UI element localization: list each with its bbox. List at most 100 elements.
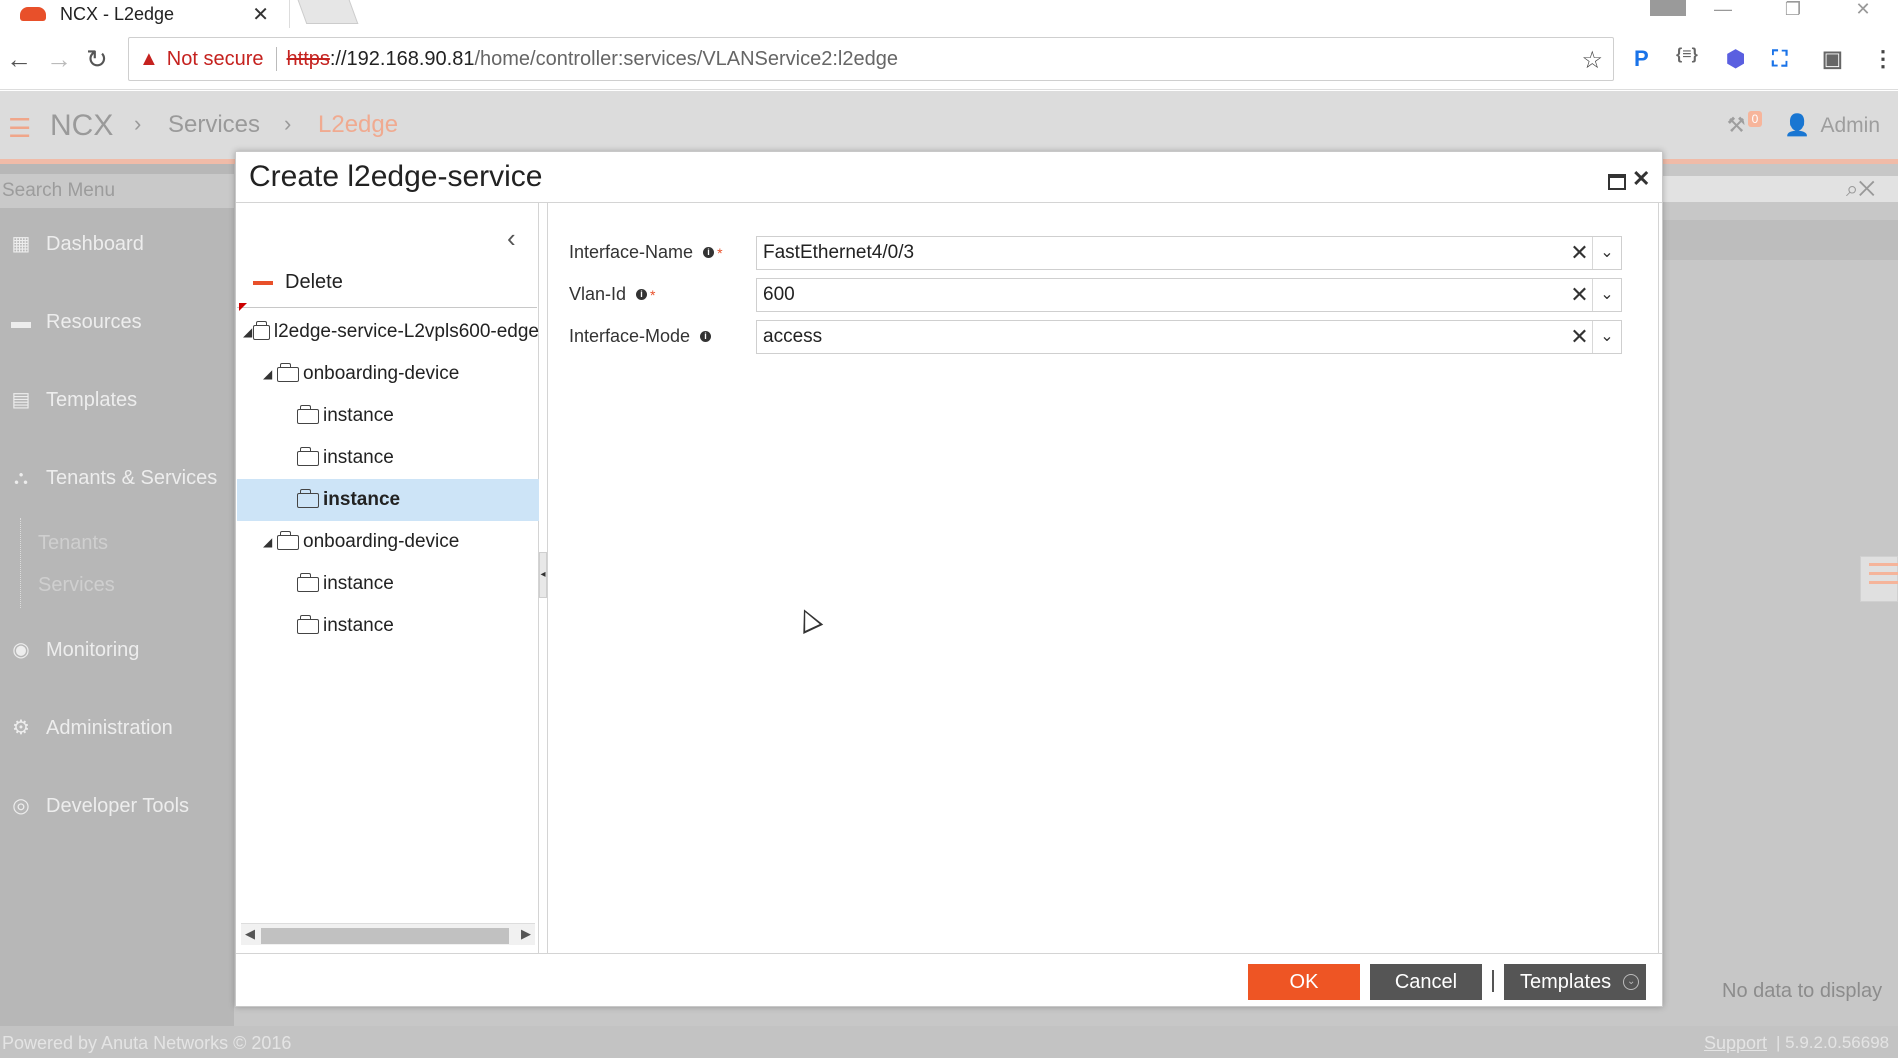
warning-icon: ▲ — [139, 47, 159, 70]
dialog-close-icon[interactable]: ✕ — [1632, 166, 1650, 192]
clear-icon[interactable]: ✕ — [1567, 237, 1593, 269]
scroll-right-icon[interactable]: ▶ — [521, 926, 531, 942]
user-menu[interactable]: Admin — [1820, 114, 1880, 138]
version-text: | 5.9.2.0.56698 — [1776, 1033, 1890, 1052]
extension-p-icon[interactable]: P — [1634, 46, 1649, 72]
window-close-icon[interactable]: ✕ — [1828, 0, 1898, 18]
address-bar: ← → ↻ ▲ Not secure https ://192.168.90.8… — [0, 28, 1898, 90]
restore-icon[interactable]: ❐ — [1758, 0, 1828, 18]
interface-name-input[interactable] — [757, 238, 1567, 268]
sidebar-item-tenants-services[interactable]: ⛬ Tenants & Services — [0, 458, 234, 498]
maximize-icon[interactable] — [1608, 174, 1626, 190]
ok-button[interactable]: OK — [1248, 964, 1360, 1000]
minimize-icon[interactable]: — — [1688, 0, 1758, 18]
not-secure-label: Not secure — [166, 47, 264, 70]
folder-icon — [277, 362, 299, 382]
folder-icon — [253, 320, 270, 340]
url-field[interactable]: ▲ Not secure https ://192.168.90.81 /hom… — [128, 37, 1614, 81]
sidebar-item-dashboard[interactable]: ▦ Dashboard — [0, 224, 234, 264]
vlan-id-field[interactable]: ✕ ⌄ — [756, 278, 1622, 312]
chevron-down-icon[interactable]: ⌄ — [1593, 321, 1621, 353]
page-footer: Powered by Anuta Networks © 2016 Support… — [0, 1026, 1898, 1058]
sidebar-item-administration[interactable]: ⚙ Administration — [0, 708, 234, 748]
interface-name-field[interactable]: ✕ ⌄ — [756, 236, 1622, 270]
breadcrumb-services[interactable]: Services — [168, 111, 260, 139]
reload-icon[interactable]: ↻ — [86, 44, 108, 75]
info-icon[interactable]: i — [700, 331, 712, 342]
tree-node-instance-selected[interactable]: instance — [237, 479, 539, 521]
info-icon[interactable]: i — [636, 289, 648, 300]
eye-icon: ◉ — [12, 639, 30, 661]
template-icon: ▤ — [11, 389, 31, 411]
form-panel: Interface-Name i * ✕ ⌄ Vlan-Id i * ✕ ⌄ — [547, 203, 1659, 953]
forward-arrow-icon[interactable]: → — [46, 44, 72, 75]
tree-node-instance[interactable]: instance — [297, 605, 539, 647]
app-header: ☰ NCX › Services › L2edge ⚒ 0 👤 Admin — [0, 91, 1898, 159]
profile-icon[interactable] — [1650, 0, 1686, 16]
tree-node-onboarding-device[interactable]: ◢ onboarding-device — [263, 521, 539, 563]
interface-mode-input[interactable] — [757, 322, 1567, 352]
scrollbar-thumb[interactable] — [261, 928, 509, 944]
browser-menu-icon[interactable]: ⋮ — [1872, 46, 1894, 72]
extension-json-icon[interactable]: {≡} — [1676, 46, 1698, 64]
hamburger-menu-icon[interactable]: ☰ — [8, 113, 31, 144]
user-icon: 👤 — [1784, 113, 1811, 137]
tree-node-onboarding-device[interactable]: ◢ onboarding-device — [263, 353, 539, 395]
delete-button[interactable]: Delete — [253, 271, 343, 294]
dev-tools-icon: ◎ — [12, 795, 30, 817]
vlan-id-input[interactable] — [757, 280, 1567, 310]
browser-tab[interactable]: NCX - L2edge ✕ — [0, 0, 290, 28]
panel-splitter-handle[interactable]: ◂ — [539, 552, 547, 598]
tree-node-instance[interactable]: instance — [297, 563, 539, 605]
extension-shield-icon[interactable]: ▣ — [1822, 46, 1843, 72]
tree-panel: ‹ Delete ◢ l2edge-service-L2vpls600-edge… — [237, 203, 539, 953]
search-menu-input[interactable]: Search Menu — [0, 174, 234, 208]
field-row-interface-mode: Interface-Mode i ✕ ⌄ — [548, 320, 1658, 354]
hierarchy-icon: ⛬ — [14, 467, 28, 489]
side-panel-tab[interactable] — [1860, 556, 1898, 602]
sidebar-item-monitoring[interactable]: ◉ Monitoring — [0, 630, 234, 670]
cloud-icon — [20, 7, 46, 21]
cancel-button[interactable]: Cancel — [1370, 964, 1482, 1000]
collapse-panel-icon[interactable]: ‹ — [507, 223, 516, 254]
expand-triangle-icon[interactable]: ◢ — [263, 367, 277, 381]
sidebar-sub-tenants[interactable]: Tenants — [38, 532, 108, 555]
folder-icon — [297, 446, 319, 466]
templates-button[interactable]: Templates ⌄ — [1504, 964, 1646, 1000]
extension-r-icon[interactable]: ⬢ — [1726, 46, 1745, 72]
tab-title: NCX - L2edge — [60, 3, 175, 24]
expand-triangle-icon[interactable]: ◢ — [263, 535, 277, 549]
chevron-down-icon[interactable]: ⌄ — [1593, 237, 1621, 269]
sidebar-sub-services[interactable]: Services — [38, 574, 115, 597]
url-host: ://192.168.90.81 — [329, 47, 475, 70]
folder-icon — [297, 614, 319, 634]
tools-icon[interactable]: ⚒ — [1727, 113, 1746, 138]
sidebar-item-templates[interactable]: ▤ Templates — [0, 380, 234, 420]
interface-mode-field[interactable]: ✕ ⌄ — [756, 320, 1622, 354]
sidebar-item-developer-tools[interactable]: ◎ Developer Tools — [0, 786, 234, 826]
breadcrumb-current: L2edge — [318, 111, 399, 138]
no-data-message: No data to display — [1722, 980, 1883, 1002]
tab-close-icon[interactable]: ✕ — [252, 2, 269, 27]
expand-triangle-icon[interactable]: ◢ — [243, 325, 253, 339]
search-clear-icon: ⌕✕ — [1846, 176, 1876, 201]
chevron-down-icon[interactable]: ⌄ — [1593, 279, 1621, 311]
sidebar-item-resources[interactable]: ▬ Resources — [0, 302, 234, 342]
bookmark-star-icon[interactable]: ☆ — [1581, 46, 1603, 75]
info-icon[interactable]: i — [703, 247, 715, 258]
clear-icon[interactable]: ✕ — [1567, 279, 1593, 311]
scroll-left-icon[interactable]: ◀ — [245, 926, 255, 942]
dashboard-icon: ▦ — [11, 233, 31, 255]
tree-node-instance[interactable]: instance — [297, 395, 539, 437]
support-link[interactable]: Support — [1704, 1033, 1767, 1054]
new-tab-button[interactable] — [297, 0, 359, 24]
tree-node-instance[interactable]: instance — [297, 437, 539, 479]
horizontal-scrollbar[interactable]: ◀ ▶ — [241, 923, 535, 945]
minus-icon — [253, 280, 273, 285]
tree-node-root[interactable]: ◢ l2edge-service-L2vpls600-edge — [243, 311, 539, 353]
powered-by-text: Powered by Anuta Networks © 2016 — [2, 1033, 292, 1053]
extension-screenshot-icon[interactable]: ⛶ — [1772, 46, 1787, 72]
back-arrow-icon[interactable]: ← — [6, 44, 32, 75]
clear-icon[interactable]: ✕ — [1567, 321, 1593, 353]
folder-icon — [297, 488, 319, 508]
